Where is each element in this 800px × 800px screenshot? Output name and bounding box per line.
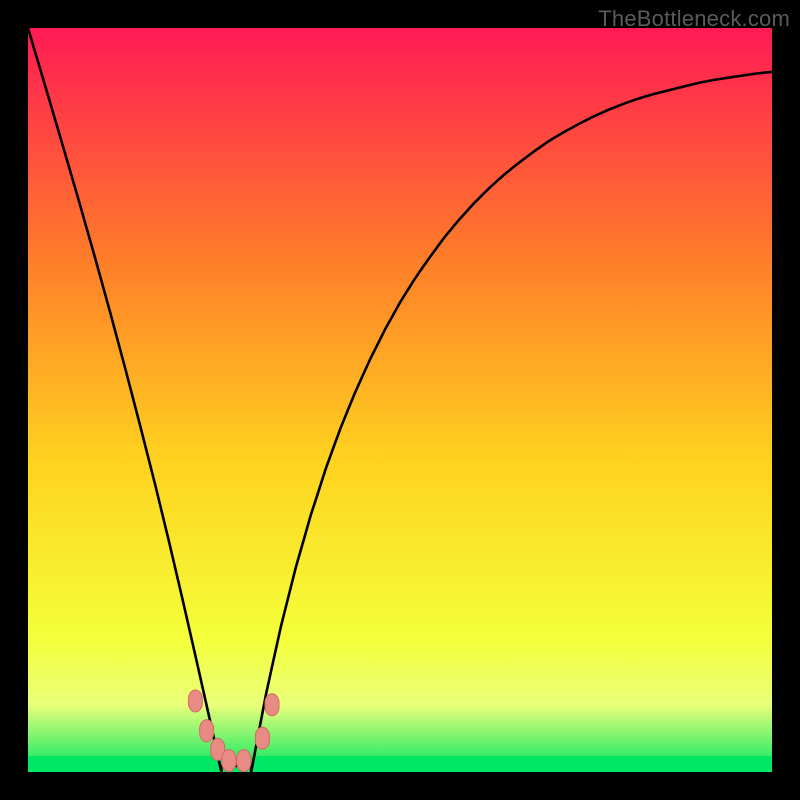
bottleneck-plot bbox=[28, 28, 772, 772]
gradient-background bbox=[28, 28, 772, 772]
curve-marker bbox=[237, 750, 251, 772]
curve-marker bbox=[255, 727, 269, 749]
bottom-green-strip bbox=[28, 756, 772, 772]
curve-marker bbox=[188, 690, 202, 712]
chart-frame: TheBottleneck.com bbox=[0, 0, 800, 800]
curve-marker bbox=[265, 694, 279, 716]
plot-area bbox=[28, 28, 772, 772]
curve-marker bbox=[222, 750, 236, 772]
curve-marker bbox=[200, 720, 214, 742]
watermark-text: TheBottleneck.com bbox=[598, 6, 790, 32]
